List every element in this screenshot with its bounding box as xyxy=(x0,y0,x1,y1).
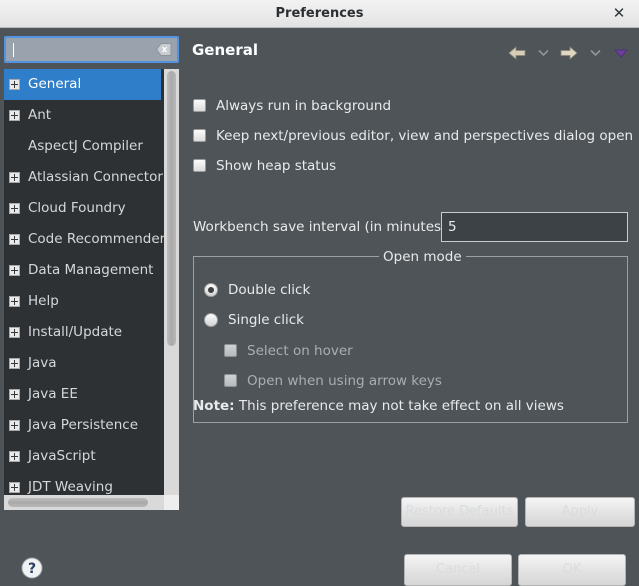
checkbox-open-with-arrow-keys: Open when using arrow keys xyxy=(224,371,442,391)
tree-item-java-persistence[interactable]: Java Persistence xyxy=(4,410,161,441)
radio-label: Single click xyxy=(228,312,304,328)
back-arrow-icon[interactable] xyxy=(506,42,528,64)
svg-text:?: ? xyxy=(28,561,36,577)
expand-plus-icon[interactable] xyxy=(9,482,20,493)
checkbox-keep-dialog-open[interactable]: Keep next/previous editor, view and pers… xyxy=(193,126,633,146)
apply-button[interactable]: Apply xyxy=(525,497,635,527)
tree-item-label: Data Management xyxy=(28,262,154,278)
preferences-tree[interactable]: General Ant AspectJ Compiler Atlassian Conn… xyxy=(4,69,179,510)
note-prefix: Note: xyxy=(193,398,235,414)
tree-item-label: Java EE xyxy=(28,386,78,402)
save-interval-label: Workbench save interval (in minutes): xyxy=(193,219,451,235)
header-divider xyxy=(186,68,635,69)
expand-plus-icon[interactable] xyxy=(9,203,20,214)
checkbox-always-run-in-background[interactable]: Always run in background xyxy=(193,96,391,116)
checkbox-label: Open when using arrow keys xyxy=(247,373,442,389)
expand-plus-icon[interactable] xyxy=(9,451,20,462)
tree-item-list: General Ant AspectJ Compiler Atlassian Conn… xyxy=(4,69,172,503)
tree-vertical-scroll-thumb[interactable] xyxy=(167,71,176,346)
checkbox-label: Select on hover xyxy=(247,343,353,359)
expand-plus-icon[interactable] xyxy=(9,389,20,400)
forward-arrow-icon[interactable] xyxy=(558,42,580,64)
tree-horizontal-scroll-thumb[interactable] xyxy=(8,498,148,507)
tree-item-label: Help xyxy=(28,293,59,309)
tree-item-cloud-foundry[interactable]: Cloud Foundry xyxy=(4,193,161,224)
checkbox-select-on-hover: Select on hover xyxy=(224,341,353,361)
forward-dropdown-icon[interactable] xyxy=(584,42,606,64)
tree-item-aspectj-compiler[interactable]: AspectJ Compiler xyxy=(4,131,161,162)
expand-plus-icon[interactable] xyxy=(9,79,20,90)
tree-item-general[interactable]: General xyxy=(4,69,161,100)
restore-defaults-button[interactable]: Restore Defaults xyxy=(401,497,518,527)
expand-plus-icon[interactable] xyxy=(9,265,20,276)
tree-item-label: Java Persistence xyxy=(28,417,139,433)
preferences-page: General Always run in background Keep ne… xyxy=(186,36,635,571)
tree-item-label: Ant xyxy=(28,107,52,123)
radio-icon[interactable] xyxy=(204,283,218,297)
clear-x-icon[interactable] xyxy=(155,43,172,56)
tree-item-label: Install/Update xyxy=(28,324,123,340)
tree-item-label: Atlassian Connector xyxy=(28,169,163,185)
tree-item-data-management[interactable]: Data Management xyxy=(4,255,161,286)
tree-item-java[interactable]: Java xyxy=(4,348,161,379)
view-menu-icon[interactable] xyxy=(610,42,632,64)
search-input[interactable] xyxy=(12,41,146,60)
window-title: Preferences xyxy=(275,6,364,21)
radio-label: Double click xyxy=(228,282,311,298)
checkbox-icon xyxy=(224,374,237,387)
tree-item-atlassian-connector[interactable]: Atlassian Connector xyxy=(4,162,163,193)
checkbox-show-heap-status[interactable]: Show heap status xyxy=(193,156,336,176)
tree-item-help[interactable]: Help xyxy=(4,286,161,317)
note-text: This preference may not take effect on a… xyxy=(238,398,564,414)
expand-plus-icon[interactable] xyxy=(9,234,20,245)
preferences-sidebar: General Ant AspectJ Compiler Atlassian Conn… xyxy=(4,36,179,510)
tree-item-install-update[interactable]: Install/Update xyxy=(4,317,161,348)
expand-plus-icon[interactable] xyxy=(9,296,20,307)
checkbox-icon[interactable] xyxy=(193,129,206,142)
expand-plus-icon[interactable] xyxy=(9,172,20,183)
expand-plus-icon[interactable] xyxy=(9,358,20,369)
checkbox-label: Keep next/previous editor, view and pers… xyxy=(216,128,634,144)
checkbox-icon xyxy=(224,344,237,357)
expand-plus-icon[interactable] xyxy=(9,110,20,121)
tree-horizontal-scrollbar[interactable] xyxy=(4,495,164,510)
tree-item-java-ee[interactable]: Java EE xyxy=(4,379,161,410)
checkbox-label: Always run in background xyxy=(216,98,392,114)
open-mode-legend: Open mode xyxy=(379,249,466,265)
tree-item-javascript[interactable]: JavaScript xyxy=(4,441,161,472)
tree-item-label: General xyxy=(28,76,82,92)
checkbox-icon[interactable] xyxy=(193,159,206,172)
checkbox-icon[interactable] xyxy=(193,99,206,112)
tree-item-label: Code Recommenders xyxy=(28,231,173,247)
save-interval-input[interactable] xyxy=(441,212,628,242)
tree-item-label: Java xyxy=(28,355,57,371)
page-title: General xyxy=(192,41,258,59)
radio-single-click[interactable]: Single click xyxy=(204,310,304,330)
window-titlebar: Preferences ✕ xyxy=(0,0,639,28)
ok-button[interactable]: OK xyxy=(518,554,626,586)
radio-icon[interactable] xyxy=(204,313,218,327)
preferences-dialog: General Ant AspectJ Compiler Atlassian Conn… xyxy=(0,29,639,586)
scrollbar-corner xyxy=(164,495,179,510)
tree-vertical-scrollbar[interactable] xyxy=(164,69,179,495)
back-dropdown-icon[interactable] xyxy=(532,42,554,64)
open-mode-note: Note: This preference may not take effec… xyxy=(193,398,564,414)
expand-plus-icon[interactable] xyxy=(9,420,20,431)
tree-item-ant[interactable]: Ant xyxy=(4,100,161,131)
tree-item-code-recommenders[interactable]: Code Recommenders xyxy=(4,224,172,255)
tree-item-label: Cloud Foundry xyxy=(28,200,126,216)
cancel-button[interactable]: Cancel xyxy=(404,554,512,586)
close-icon[interactable]: ✕ xyxy=(605,0,633,27)
checkbox-label: Show heap status xyxy=(216,158,337,174)
search-box[interactable] xyxy=(4,36,179,63)
help-question-icon[interactable]: ? xyxy=(21,557,43,579)
page-nav-toolbar xyxy=(506,42,632,64)
expand-plus-icon[interactable] xyxy=(9,327,20,338)
tree-item-label: JavaScript xyxy=(28,448,96,464)
tree-item-label: AspectJ Compiler xyxy=(28,138,143,154)
radio-double-click[interactable]: Double click xyxy=(204,280,310,300)
